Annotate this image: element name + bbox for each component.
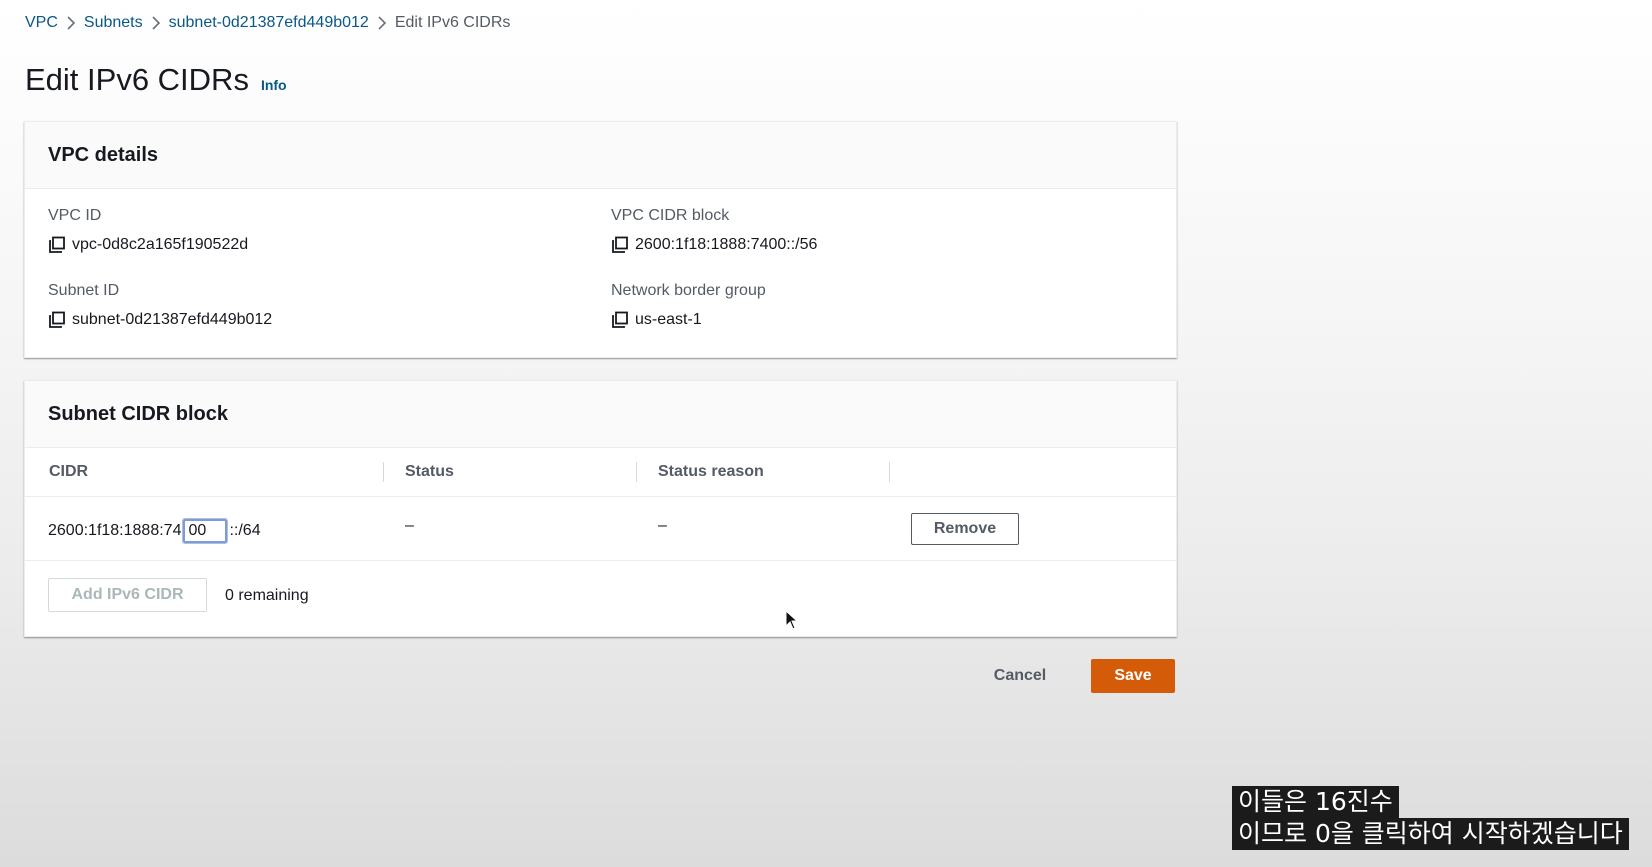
status-value: – xyxy=(405,517,414,534)
page-header: Edit IPv6 CIDRs Info xyxy=(25,62,287,98)
column-divider xyxy=(889,462,890,482)
video-subtitles: 이들은 16진수 이므로 0을 클릭하여 시작하겠습니다 xyxy=(1232,786,1629,850)
vpc-cidr-field: VPC CIDR block 2600:1f18:1888:7400::/56 xyxy=(611,206,817,255)
page-title: Edit IPv6 CIDRs xyxy=(25,62,249,97)
table-row: 2600:1f18:1888:74 ::/64 – – Remove xyxy=(25,497,1176,561)
add-ipv6-cidr-button[interactable]: Add IPv6 CIDR xyxy=(48,578,207,612)
table-header: CIDR Status Status reason xyxy=(25,448,1176,497)
save-button[interactable]: Save xyxy=(1091,659,1175,693)
copy-icon[interactable] xyxy=(48,236,66,254)
column-status: Status xyxy=(405,463,454,480)
subnet-id-value: subnet-0d21387efd449b012 xyxy=(72,311,273,328)
breadcrumb-subnet[interactable]: subnet-0d21387efd449b012 xyxy=(169,14,369,32)
breadcrumb-vpc[interactable]: VPC xyxy=(25,14,58,32)
subnet-id-field: Subnet ID subnet-0d21387efd449b012 xyxy=(48,281,272,330)
vpc-cidr-value-row: 2600:1f18:1888:7400::/56 xyxy=(611,235,817,255)
status-reason-value: – xyxy=(658,517,667,534)
subnet-id-value-row: subnet-0d21387efd449b012 xyxy=(48,310,272,330)
remaining-count: 0 remaining xyxy=(225,587,309,604)
vpc-cidr-label: VPC CIDR block xyxy=(611,207,730,224)
cidr-segment-input[interactable] xyxy=(182,518,229,544)
copy-icon[interactable] xyxy=(611,311,629,329)
chevron-right-icon xyxy=(143,16,169,30)
cidr-cell: 2600:1f18:1888:74 ::/64 xyxy=(48,517,261,545)
breadcrumb: VPC Subnets subnet-0d21387efd449b012 Edi… xyxy=(25,12,510,34)
chevron-right-icon xyxy=(58,16,84,30)
breadcrumb-current: Edit IPv6 CIDRs xyxy=(394,14,511,31)
remove-button[interactable]: Remove xyxy=(911,513,1019,545)
cidr-prefix: 2600:1f18:1888:74 xyxy=(48,522,182,539)
vpc-id-value-row: vpc-0d8c2a165f190522d xyxy=(48,235,248,255)
vpc-id-field: VPC ID vpc-0d8c2a165f190522d xyxy=(48,206,248,255)
info-link[interactable]: Info xyxy=(261,77,287,93)
border-group-value-row: us-east-1 xyxy=(611,310,766,330)
column-cidr: CIDR xyxy=(49,463,89,480)
vpc-id-label: VPC ID xyxy=(48,207,102,224)
border-group-label: Network border group xyxy=(611,282,766,299)
copy-icon[interactable] xyxy=(48,311,66,329)
copy-icon[interactable] xyxy=(611,236,629,254)
subnet-id-label: Subnet ID xyxy=(48,282,120,299)
vpc-details-title: VPC details xyxy=(25,122,1176,189)
breadcrumb-subnets[interactable]: Subnets xyxy=(84,14,143,32)
mouse-cursor-icon xyxy=(785,610,799,630)
vpc-details-panel: VPC details VPC ID vpc-0d8c2a165f190522d… xyxy=(24,121,1177,358)
vpc-id-value: vpc-0d8c2a165f190522d xyxy=(72,236,249,253)
border-group-field: Network border group us-east-1 xyxy=(611,281,766,330)
add-cidr-row: Add IPv6 CIDR 0 remaining xyxy=(25,561,1176,636)
subtitle-line-1: 이들은 16진수 xyxy=(1232,786,1399,818)
border-group-value: us-east-1 xyxy=(635,311,702,328)
chevron-right-icon xyxy=(369,16,395,30)
vpc-cidr-value: 2600:1f18:1888:7400::/56 xyxy=(635,236,818,253)
subnet-cidr-panel: Subnet CIDR block CIDR Status Status rea… xyxy=(24,380,1177,637)
column-divider xyxy=(383,462,384,482)
cidr-suffix: ::/64 xyxy=(229,522,261,539)
column-divider xyxy=(636,462,637,482)
vpc-details-grid: VPC ID vpc-0d8c2a165f190522d VPC CIDR bl… xyxy=(25,189,1176,357)
subtitle-line-2: 이므로 0을 클릭하여 시작하겠습니다 xyxy=(1232,818,1629,850)
subnet-cidr-title: Subnet CIDR block xyxy=(25,381,1176,448)
column-status-reason: Status reason xyxy=(658,463,764,480)
cancel-button[interactable]: Cancel xyxy=(980,659,1060,693)
